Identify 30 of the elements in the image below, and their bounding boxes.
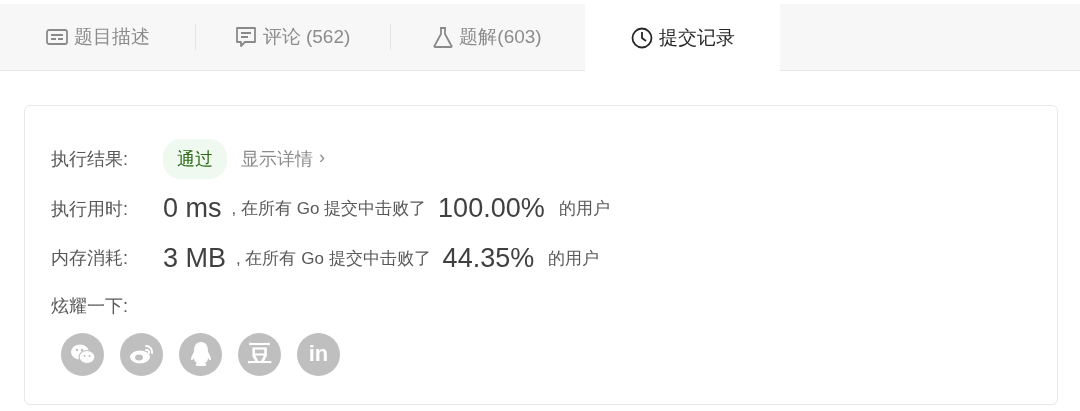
share-weibo-button[interactable] <box>120 333 163 376</box>
tab[interactable]: 题解(603) <box>390 4 585 70</box>
chat-bubbles-icon <box>69 343 96 366</box>
description-icon <box>45 28 68 46</box>
stat-text: 的用户 <box>558 198 610 221</box>
share-linkedin-button[interactable]: in <box>297 333 340 376</box>
comment-icon <box>234 26 257 48</box>
share-douban-button[interactable]: 豆 <box>238 333 281 376</box>
field-label: 执行结果: <box>51 147 129 171</box>
tab[interactable]: 题目描述 <box>0 4 195 70</box>
stat-percent: 44.35% <box>442 242 535 274</box>
share-wechat-button[interactable] <box>61 333 104 376</box>
stat-text: 的用户 <box>548 247 600 270</box>
share-qq-button[interactable] <box>179 333 222 376</box>
field-label: 执行用时: <box>51 197 129 221</box>
penguin-icon <box>189 341 212 368</box>
stat-value: 0 ms <box>163 193 222 225</box>
clock-icon <box>630 26 653 49</box>
stat-percent: 100.00% <box>438 193 545 225</box>
stat-value: 3 MB <box>163 242 227 274</box>
field-label: 内存消耗: <box>51 247 129 271</box>
tab[interactable]: 评论 (562) <box>195 4 390 70</box>
stat-text: , 在所有 Go 提交中击败了 <box>231 198 427 221</box>
field-label: 炫耀一下: <box>51 295 129 319</box>
details-link[interactable]: 显示详情 › <box>241 146 325 171</box>
stat-text: , 在所有 Go 提交中击败了 <box>236 247 431 270</box>
eye-logo-icon <box>128 343 155 366</box>
status-badge: 通过 <box>163 138 227 179</box>
flask-icon <box>433 26 454 48</box>
tab[interactable]: 提交记录 <box>585 4 780 71</box>
